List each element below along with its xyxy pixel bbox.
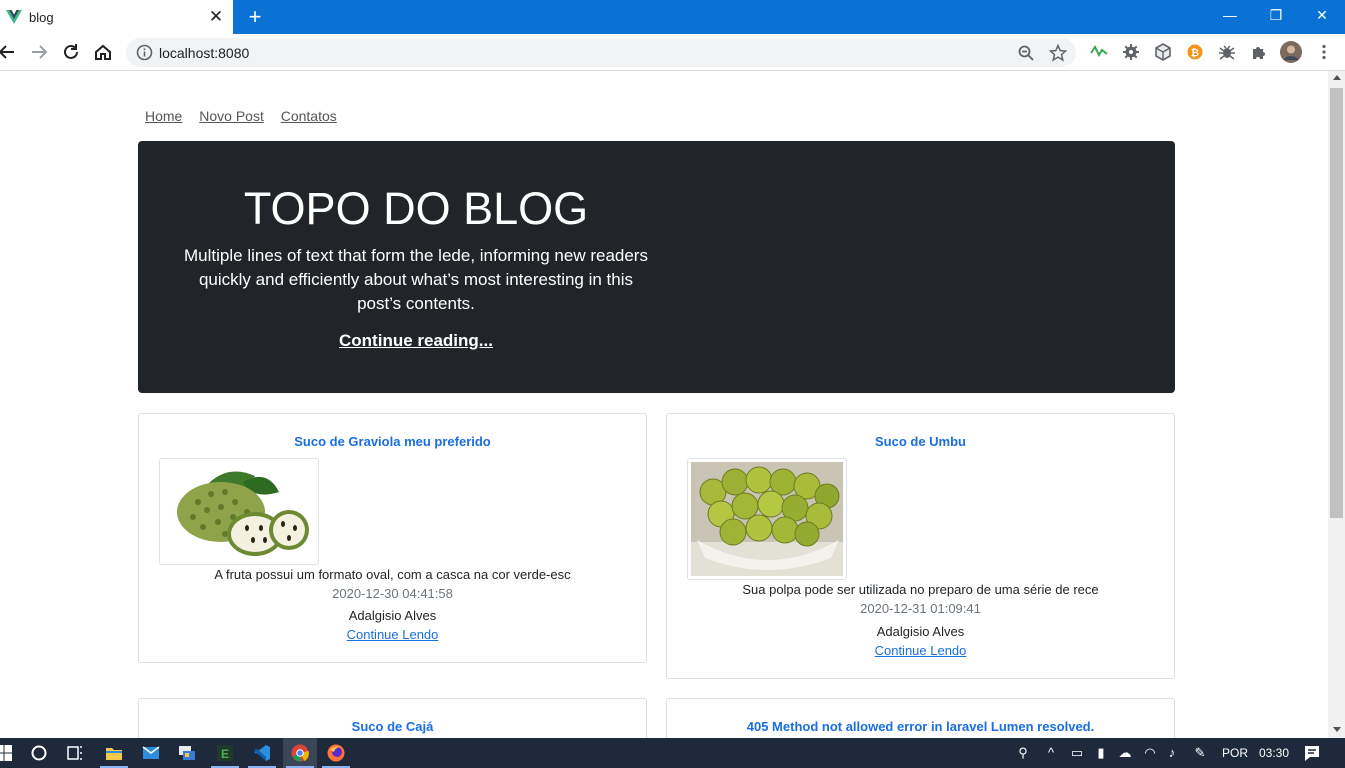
extension-pulse-icon[interactable] (1090, 43, 1108, 61)
tab-title: blog (29, 10, 54, 25)
post-title[interactable]: Suco de Umbu (667, 434, 1174, 449)
vscode-icon[interactable] (252, 743, 272, 763)
hero-lede: Multiple lines of text that form the led… (184, 246, 648, 313)
windows-start-icon[interactable] (0, 743, 14, 763)
firefox-icon[interactable] (326, 743, 346, 763)
scroll-thumb[interactable] (1330, 88, 1343, 518)
browser-toolbar: localhost:8080 ₿ (0, 34, 1345, 71)
soursop-fruit-image (163, 462, 315, 561)
browser-menu-icon[interactable] (1315, 43, 1333, 61)
extensions-puzzle-icon[interactable] (1250, 43, 1268, 61)
page-scrollbar[interactable] (1328, 71, 1345, 738)
profile-avatar[interactable] (1280, 41, 1302, 63)
post-title[interactable]: Suco de Graviola meu preferido (139, 434, 646, 449)
bookmark-star-icon[interactable] (1049, 44, 1067, 62)
input-language[interactable]: POR (1222, 746, 1248, 760)
post-excerpt: Sua polpa pode ser utilizada no preparo … (742, 582, 1099, 597)
extension-bug-icon[interactable] (1218, 43, 1236, 61)
browser-tab[interactable]: blog ✕ (0, 0, 233, 34)
zoom-icon[interactable] (1017, 44, 1035, 62)
nav-link-novo-post[interactable]: Novo Post (199, 108, 264, 124)
windows-taskbar: E ⚲ ^ ▭ ▮ ☁ ◠ ♪ ✎ POR 03:30 (0, 738, 1345, 768)
new-tab-button[interactable]: + (244, 5, 266, 29)
browser-tab-bar: blog ✕ + — ❐ ✕ (0, 0, 1345, 34)
close-window-button[interactable]: ✕ (1299, 0, 1345, 30)
post-thumbnail (687, 458, 847, 580)
post-title[interactable]: 405 Method not allowed error in laravel … (667, 719, 1174, 734)
nav-link-contatos[interactable]: Contatos (281, 108, 337, 124)
post-title[interactable]: Suco de Cajá (139, 719, 646, 734)
post-card: Suco de Umbu Sua polpa pode ser utilizad… (666, 413, 1175, 679)
extension-gear-icon[interactable] (1122, 43, 1140, 61)
scroll-up-arrow-icon[interactable] (1333, 75, 1341, 80)
post-excerpt: A fruta possui um formato oval, com a ca… (214, 567, 571, 582)
volume-icon[interactable]: ♪ (1164, 745, 1180, 761)
blog-hero: TOPO DO BLOG Multiple lines of text that… (138, 141, 1175, 393)
umbu-fruit-image (691, 462, 843, 576)
address-bar[interactable]: localhost:8080 (126, 38, 1076, 67)
page-viewport: Home Novo Post Contatos TOPO DO BLOG Mul… (0, 71, 1328, 738)
pen-icon[interactable]: ✎ (1192, 745, 1208, 761)
nav-link-home[interactable]: Home (145, 108, 182, 124)
post-card: Suco de Cajá (138, 698, 647, 738)
chrome-icon[interactable] (290, 743, 310, 763)
restore-button[interactable]: ❐ (1253, 0, 1299, 30)
meet-now-icon[interactable]: ▭ (1069, 745, 1085, 761)
vue-logo-icon (6, 10, 22, 24)
blog-nav: Home Novo Post Contatos (145, 108, 350, 124)
svg-text:₿: ₿ (1191, 47, 1199, 59)
code-editor-icon[interactable]: E (215, 743, 235, 763)
url-text[interactable]: localhost:8080 (159, 45, 249, 61)
hero-title: TOPO DO BLOG (243, 183, 589, 234)
onedrive-cloud-icon[interactable]: ☁ (1117, 745, 1133, 761)
reload-icon[interactable] (60, 41, 82, 63)
post-date: 2020-12-31 01:09:41 (860, 601, 981, 616)
minimize-button[interactable]: — (1207, 0, 1253, 30)
file-explorer-icon[interactable] (104, 743, 124, 763)
post-continue-link[interactable]: Continue Lendo (139, 627, 646, 642)
post-card: Suco de Graviola meu preferido A fruta p… (138, 413, 647, 663)
post-continue-link[interactable]: Continue Lendo (667, 643, 1174, 658)
notifications-icon[interactable] (1302, 743, 1322, 763)
forward-arrow-icon[interactable] (28, 41, 50, 63)
show-hidden-icons-chevron-icon[interactable]: ^ (1043, 745, 1059, 761)
battery-icon[interactable]: ▮ (1093, 745, 1109, 761)
remote-desktop-icon[interactable] (177, 743, 197, 763)
post-thumbnail (159, 458, 319, 565)
task-view-icon[interactable] (65, 743, 85, 763)
post-author: Adalgisio Alves (876, 624, 965, 639)
people-icon[interactable]: ⚲ (1015, 745, 1031, 761)
mail-icon[interactable] (141, 743, 161, 763)
post-author: Adalgisio Alves (348, 608, 437, 623)
search-icon[interactable] (29, 743, 49, 763)
clock-time[interactable]: 03:30 (1259, 746, 1289, 760)
scroll-down-arrow-icon[interactable] (1333, 727, 1341, 732)
site-info-icon[interactable] (136, 44, 153, 61)
svg-text:E: E (221, 747, 229, 761)
post-card: 405 Method not allowed error in laravel … (666, 698, 1175, 738)
extension-cube-icon[interactable] (1154, 43, 1172, 61)
tab-close-icon[interactable]: ✕ (206, 7, 226, 27)
post-date: 2020-12-30 04:41:58 (332, 586, 453, 601)
back-arrow-icon[interactable] (0, 41, 18, 63)
hero-continue-reading-link[interactable]: Continue reading... (138, 331, 694, 351)
home-icon[interactable] (92, 41, 114, 63)
wifi-icon[interactable]: ◠ (1142, 745, 1158, 761)
extension-bitcoin-icon[interactable]: ₿ (1186, 43, 1204, 61)
